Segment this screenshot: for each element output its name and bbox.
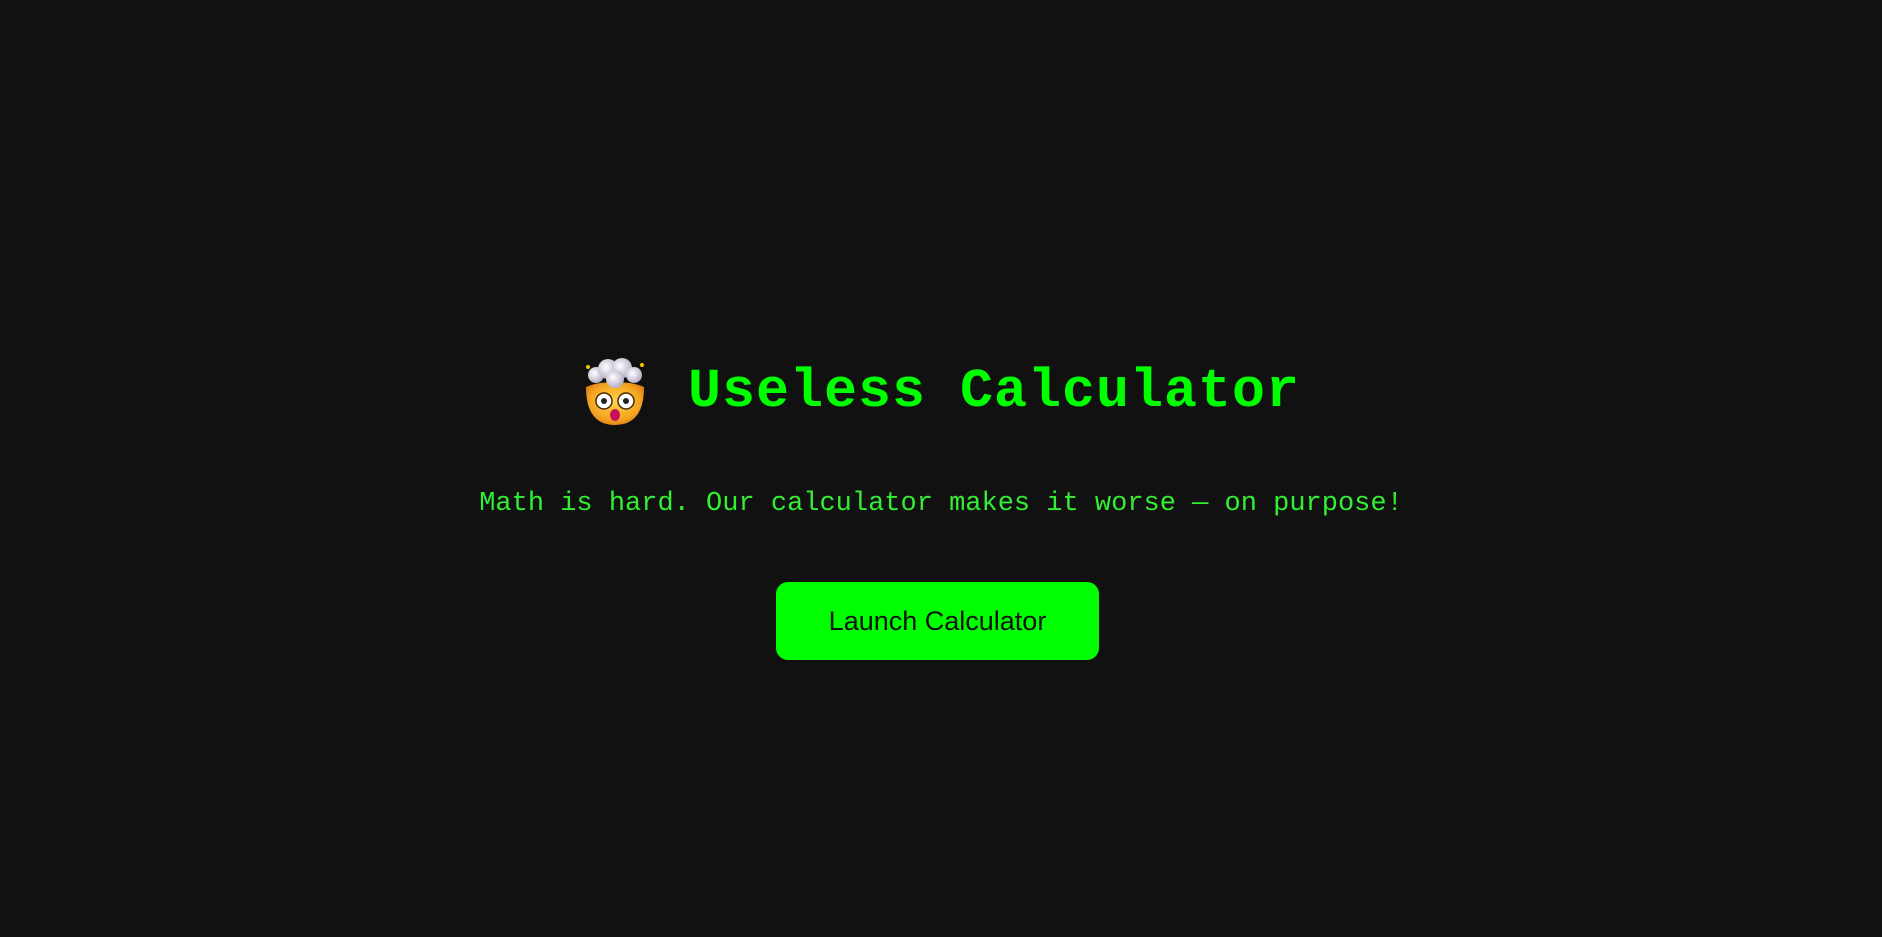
exploding-head-icon [582, 357, 648, 427]
page-subtitle: Math is hard. Our calculator makes it wo… [479, 489, 1403, 519]
page-title: Useless Calculator [687, 360, 1301, 423]
title-row: Useless Calculator [0, 352, 1882, 432]
landing-page: Useless Calculator Math is hard. Our cal… [0, 0, 1882, 937]
launch-calculator-button[interactable]: Launch Calculator [776, 582, 1099, 660]
